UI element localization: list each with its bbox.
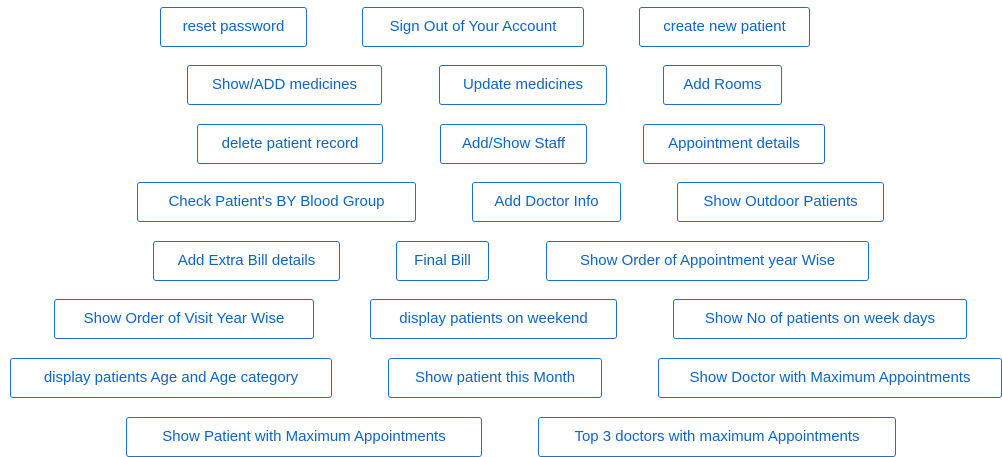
sign-out-button[interactable]: Sign Out of Your Account <box>362 7 584 47</box>
order-visit-year-button[interactable]: Show Order of Visit Year Wise <box>54 299 314 339</box>
add-show-staff-button[interactable]: Add/Show Staff <box>440 124 587 164</box>
add-rooms-button[interactable]: Add Rooms <box>663 65 782 105</box>
patient-max-appointments-button[interactable]: Show Patient with Maximum Appointments <box>126 417 482 457</box>
order-appointment-year-button[interactable]: Show Order of Appointment year Wise <box>546 241 869 281</box>
show-add-medicines-button[interactable]: Show/ADD medicines <box>187 65 382 105</box>
top3-doctors-button[interactable]: Top 3 doctors with maximum Appointments <box>538 417 896 457</box>
final-bill-button[interactable]: Final Bill <box>396 241 489 281</box>
appointment-details-button[interactable]: Appointment details <box>643 124 825 164</box>
add-doctor-info-button[interactable]: Add Doctor Info <box>472 182 621 222</box>
doctor-max-appointments-button[interactable]: Show Doctor with Maximum Appointments <box>658 358 1002 398</box>
patients-weekend-button[interactable]: display patients on weekend <box>370 299 617 339</box>
patient-this-month-button[interactable]: Show patient this Month <box>388 358 602 398</box>
check-blood-group-button[interactable]: Check Patient's BY Blood Group <box>137 182 416 222</box>
reset-password-button[interactable]: reset password <box>160 7 307 47</box>
update-medicines-button[interactable]: Update medicines <box>439 65 607 105</box>
patients-age-category-button[interactable]: display patients Age and Age category <box>10 358 332 398</box>
patients-week-days-button[interactable]: Show No of patients on week days <box>673 299 967 339</box>
delete-patient-record-button[interactable]: delete patient record <box>197 124 383 164</box>
create-new-patient-button[interactable]: create new patient <box>639 7 810 47</box>
add-extra-bill-button[interactable]: Add Extra Bill details <box>153 241 340 281</box>
show-outdoor-patients-button[interactable]: Show Outdoor Patients <box>677 182 884 222</box>
